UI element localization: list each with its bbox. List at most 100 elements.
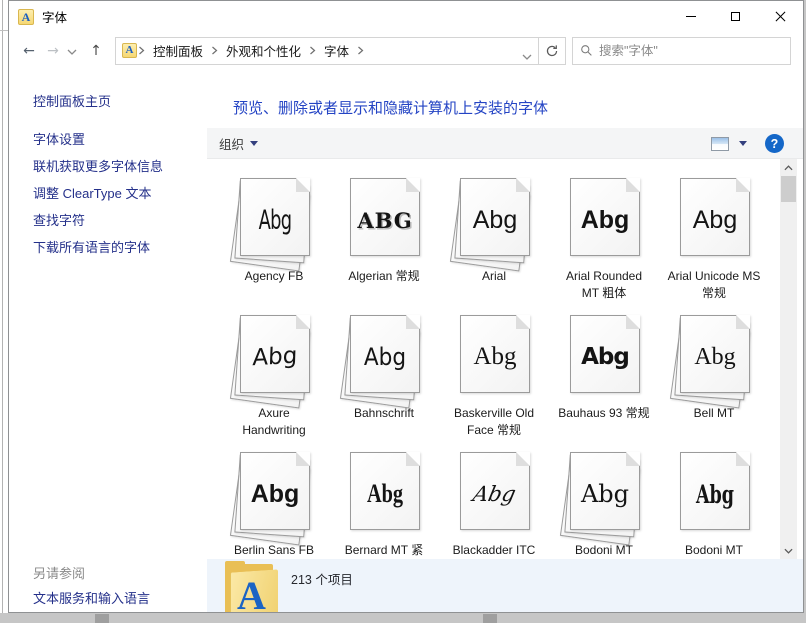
font-preview-glyph: Abg <box>681 179 749 255</box>
font-item[interactable]: ABG Algerian 常规 <box>329 176 439 313</box>
refresh-icon <box>545 44 559 58</box>
minimize-button[interactable] <box>668 1 713 32</box>
minimize-icon <box>686 16 696 17</box>
font-item[interactable]: Abg Berlin Sans FB <box>219 450 329 559</box>
scrollbar-thumb[interactable] <box>781 176 796 202</box>
maximize-button[interactable] <box>713 1 758 32</box>
up-button[interactable]: ↑ <box>83 43 109 59</box>
change-view-button[interactable] <box>711 137 729 151</box>
task-pane: 控制面板主页 字体设置联机获取更多字体信息调整 ClearType 文本查找字符… <box>9 69 207 612</box>
font-item[interactable]: Abg Arial Rounded MT 粗体 <box>549 176 659 313</box>
font-file-icon: Abg <box>562 450 646 538</box>
font-list: Abg Agency FB ABG Algerian 常规 Abg Arial … <box>207 159 803 559</box>
font-item[interactable]: Abg Bodoni MT <box>549 450 659 559</box>
font-item[interactable]: Abg Arial <box>439 176 549 313</box>
breadcrumb-item[interactable]: 字体 <box>319 41 354 60</box>
font-item-label: Baskerville Old Face 常规 <box>446 405 542 439</box>
sidebar-item[interactable]: 查找字符 <box>33 212 207 229</box>
sidebar-item[interactable]: 字体设置 <box>33 131 207 148</box>
font-preview-glyph: Abg <box>681 316 749 392</box>
recent-locations-chevron[interactable] <box>65 43 79 59</box>
vertical-scrollbar[interactable] <box>780 159 797 559</box>
font-preview-glyph: Abg <box>240 314 311 394</box>
font-file-icon: Abg <box>562 313 646 401</box>
font-file-icon: Abg <box>342 313 426 401</box>
organize-button[interactable]: 组织 <box>219 134 258 153</box>
status-bar: A 213 个项目 <box>207 559 803 612</box>
font-item-label: Bodoni MT <box>666 542 762 559</box>
scroll-up-button[interactable] <box>780 159 797 176</box>
font-preview-glyph: Abg <box>571 179 639 255</box>
scroll-down-button[interactable] <box>780 542 797 559</box>
breadcrumb-separator-chevron[interactable] <box>308 46 317 55</box>
search-box[interactable] <box>572 37 791 65</box>
font-item-label: Bodoni MT <box>556 542 652 559</box>
font-file-icon: Abg <box>452 313 536 401</box>
sidebar-item-control-panel-home[interactable]: 控制面板主页 <box>33 91 207 110</box>
fonts-location-icon: A <box>122 43 137 58</box>
sidebar-item[interactable]: 联机获取更多字体信息 <box>33 158 207 175</box>
font-file-icon: Abg <box>672 313 756 401</box>
font-preview-glyph: Abg <box>571 453 639 529</box>
background-window-edge <box>95 614 109 623</box>
forward-button[interactable]: → <box>41 43 65 59</box>
font-item-label: Berlin Sans FB <box>226 542 322 559</box>
maximize-icon <box>731 12 740 21</box>
search-icon <box>580 44 593 57</box>
close-button[interactable] <box>758 1 803 32</box>
breadcrumb-separator-chevron[interactable] <box>137 46 146 55</box>
help-button[interactable]: ? <box>765 134 784 153</box>
font-preview-glyph: Abg <box>241 453 309 529</box>
breadcrumb[interactable]: A 控制面板外观和个性化字体 <box>115 37 539 65</box>
address-bar: ← → ↑ A 控制面板外观和个性化字体 <box>9 32 803 69</box>
font-item-label: Arial Unicode MS 常规 <box>666 268 762 302</box>
font-file-icon: Abg <box>342 450 426 538</box>
back-button[interactable]: ← <box>17 43 41 59</box>
breadcrumb-separator-chevron[interactable] <box>210 46 219 55</box>
refresh-button[interactable] <box>539 37 566 65</box>
sidebar-item-text-services[interactable]: 文本服务和输入语言 <box>33 588 150 607</box>
font-item[interactable]: Abg Agency FB <box>219 176 329 313</box>
font-item[interactable]: Abg Blackadder ITC <box>439 450 549 559</box>
search-input[interactable] <box>599 44 783 58</box>
title-bar: A 字体 <box>9 1 803 32</box>
font-file-icon: ABG <box>342 176 426 264</box>
font-item-label: Agency FB <box>226 268 322 285</box>
sidebar-item[interactable]: 下载所有语言的字体 <box>33 239 207 256</box>
font-item-label: Bahnschrift <box>336 405 432 422</box>
page-title: 预览、删除或者显示和隐藏计算机上安装的字体 <box>233 97 803 118</box>
font-item-label: Blackadder ITC <box>446 542 542 559</box>
view-options-chevron[interactable] <box>739 141 747 146</box>
font-item-label: Algerian 常规 <box>336 268 432 285</box>
breadcrumb-separator-chevron[interactable] <box>356 46 365 55</box>
font-item-label: Bell MT <box>666 405 762 422</box>
breadcrumb-trail: 控制面板外观和个性化字体 <box>137 41 534 60</box>
font-preview-glyph: Abg <box>461 179 529 255</box>
font-file-icon: Abg <box>452 176 536 264</box>
font-item-label: Bernard MT 紧 <box>336 542 432 559</box>
font-item[interactable]: Abg Arial Unicode MS 常规 <box>659 176 769 313</box>
command-toolbar: 组织 ? <box>207 128 803 159</box>
breadcrumb-item[interactable]: 外观和个性化 <box>221 41 306 60</box>
font-item[interactable]: Abg Baskerville Old Face 常规 <box>439 313 549 450</box>
font-item[interactable]: Abg Bodoni MT <box>659 450 769 559</box>
font-item[interactable]: Abg Axure Handwriting <box>219 313 329 450</box>
font-preview-glyph: Abg <box>354 316 415 392</box>
font-file-icon: Abg <box>672 450 756 538</box>
fonts-app-icon: A <box>18 9 34 25</box>
sidebar-item[interactable]: 调整 ClearType 文本 <box>33 185 207 202</box>
fonts-control-panel-window: A 字体 ← → ↑ A 控制面板外观和个性化字体 <box>8 0 804 613</box>
font-item[interactable]: Abg Bernard MT 紧 <box>329 450 439 559</box>
address-dropdown-chevron[interactable] <box>522 47 532 65</box>
font-file-icon: Abg <box>562 176 646 264</box>
font-file-icon: Abg <box>232 450 316 538</box>
chevron-down-icon <box>250 141 258 146</box>
background-window-edge <box>483 614 497 623</box>
font-preview-glyph: Abg <box>571 316 639 392</box>
font-item[interactable]: Abg Bahnschrift <box>329 313 439 450</box>
breadcrumb-item[interactable]: 控制面板 <box>148 41 208 60</box>
font-item[interactable]: Abg Bell MT <box>659 313 769 450</box>
fonts-folder-icon: A <box>225 562 281 612</box>
font-item[interactable]: Abg Bauhaus 93 常规 <box>549 313 659 450</box>
font-item-label: Axure Handwriting <box>226 405 322 439</box>
